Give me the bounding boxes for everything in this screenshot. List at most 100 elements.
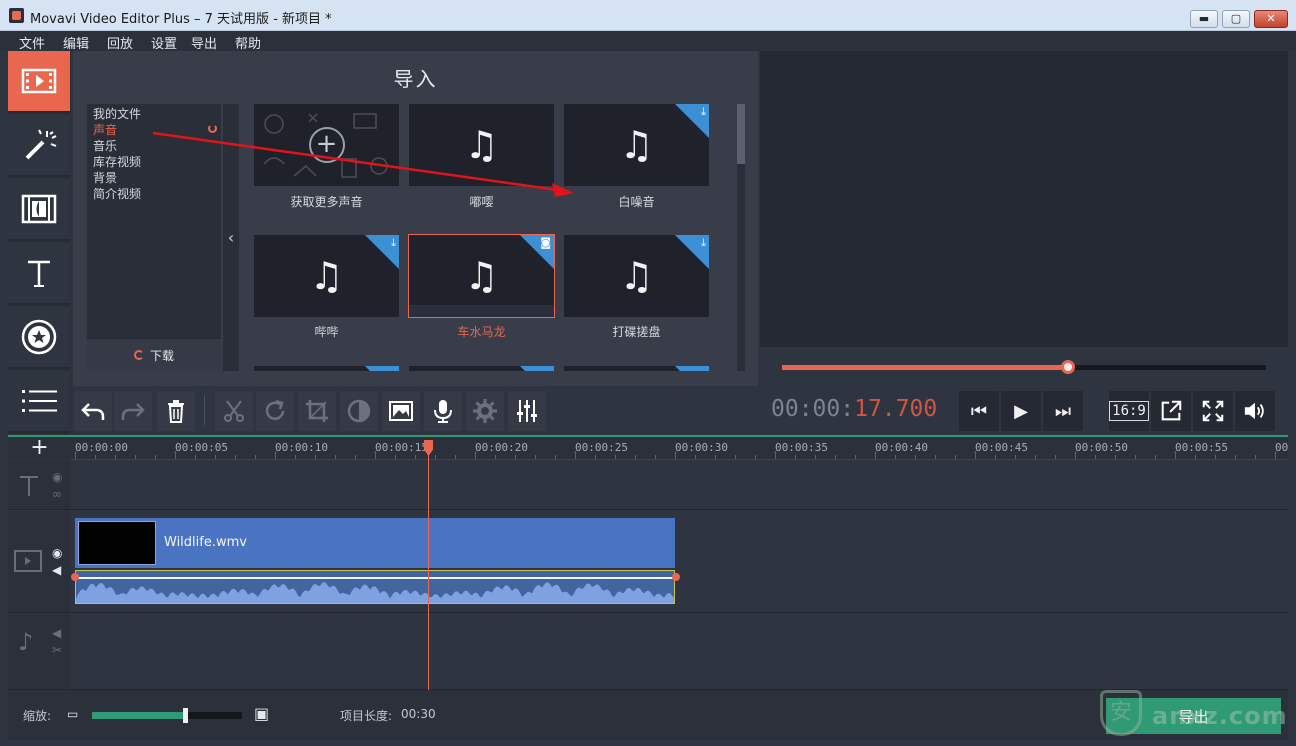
volume-handle-start[interactable]	[71, 573, 79, 581]
speaker-icon[interactable]: ◀	[52, 626, 61, 640]
download-icon[interactable]: ⤓	[391, 237, 396, 248]
menu-edit[interactable]: 编辑	[63, 33, 89, 52]
record-voice-button[interactable]	[424, 391, 462, 431]
title-track-icon	[20, 476, 38, 496]
rotate-button[interactable]	[256, 391, 294, 431]
tile-traffic[interactable]: ♫ ◙	[408, 234, 555, 318]
movavi-app-icon	[9, 8, 24, 23]
eye-icon[interactable]: ◉	[52, 546, 62, 560]
tile-white-noise[interactable]: ♫ ⤓	[564, 104, 709, 186]
zoom-in-icon[interactable]: ▣	[254, 704, 269, 723]
fullscreen-button[interactable]	[1193, 391, 1233, 431]
zoom-label: 缩放:	[23, 709, 52, 723]
detach-preview-button[interactable]	[1151, 391, 1191, 431]
unlink-icon[interactable]: ✂	[52, 643, 62, 657]
category-my-files[interactable]: 我的文件	[93, 105, 141, 122]
rail-import[interactable]	[8, 51, 70, 113]
ruler-tick	[715, 455, 716, 459]
eye-icon[interactable]: ◉	[52, 470, 62, 484]
minimize-button[interactable]: ▬	[1190, 10, 1218, 28]
clip-settings-button[interactable]	[466, 391, 504, 431]
category-music[interactable]: 音乐	[93, 137, 117, 154]
volume-line[interactable]	[76, 577, 674, 579]
redo-button[interactable]	[114, 391, 152, 431]
rail-filters[interactable]	[8, 115, 70, 177]
rail-transitions[interactable]	[8, 179, 70, 241]
menu-settings[interactable]: 设置	[151, 33, 177, 52]
ruler-tick-label: 00:00:45	[975, 441, 1028, 454]
menu-help[interactable]: 帮助	[235, 33, 261, 52]
ruler-tick	[1095, 455, 1096, 459]
audio-clip[interactable]	[75, 570, 675, 604]
tile-row3-3[interactable]	[564, 366, 709, 371]
collapse-panel-button[interactable]: ‹	[223, 104, 239, 371]
undo-button[interactable]	[74, 391, 112, 431]
menu-playback[interactable]: 回放	[107, 33, 133, 52]
volume-handle-end[interactable]	[672, 573, 680, 581]
download-icon[interactable]: ⤓	[701, 106, 706, 117]
tile-row3-2[interactable]	[409, 366, 554, 371]
category-backgrounds[interactable]: 背景	[93, 169, 117, 186]
tile-scratch[interactable]: ♫ ⤓	[564, 235, 709, 317]
cut-button[interactable]	[215, 391, 253, 431]
scrollbar-thumb[interactable]	[737, 104, 745, 164]
rail-titles[interactable]	[8, 243, 70, 305]
color-adjust-button[interactable]	[340, 391, 378, 431]
stop-icon[interactable]: ◙	[540, 237, 551, 248]
music-note-icon: ♫	[464, 123, 499, 167]
next-button[interactable]: ⏭	[1043, 391, 1083, 431]
seek-handle[interactable]	[1060, 360, 1075, 374]
rail-more[interactable]	[8, 371, 70, 433]
image-icon	[389, 401, 413, 421]
clip-name: Wildlife.wmv	[164, 535, 247, 550]
microphone-icon	[434, 400, 452, 423]
video-clip[interactable]: Wildlife.wmv	[75, 518, 675, 568]
category-stock-video[interactable]: 库存视频	[93, 153, 141, 170]
volume-button[interactable]	[1235, 391, 1275, 431]
waveform-graphic	[76, 582, 674, 603]
time-ruler[interactable]: 00:00:00 00:00:05 00:00:10 00:00:15 00:00:20…	[71, 437, 1288, 460]
equalizer-icon	[517, 400, 537, 422]
menu-file[interactable]: 文件	[19, 33, 45, 52]
ruler-tick	[1135, 455, 1136, 459]
ruler-tick-label: 00:00:55	[1175, 441, 1228, 454]
tile-sound-1[interactable]: ♫	[409, 104, 554, 186]
download-button[interactable]: 下载	[87, 338, 221, 371]
category-sounds[interactable]: 声音	[93, 121, 117, 138]
ruler-tick	[615, 455, 616, 459]
tiles-scrollbar[interactable]	[737, 104, 745, 371]
close-button[interactable]: ✕	[1254, 10, 1288, 28]
speaker-icon	[1244, 402, 1264, 420]
category-intro-videos[interactable]: 简介视频	[93, 185, 141, 202]
delete-button[interactable]	[157, 391, 195, 431]
clip-thumbnail	[78, 521, 156, 565]
crop-button[interactable]	[298, 391, 336, 431]
play-button[interactable]: ▶	[1001, 391, 1041, 431]
equalizer-button[interactable]	[508, 391, 546, 431]
ruler-tick	[535, 455, 536, 459]
tile-get-more-sounds[interactable]: +	[254, 104, 399, 186]
seek-bar[interactable]	[782, 360, 1266, 374]
add-track-button[interactable]: +	[8, 437, 71, 460]
aspect-ratio-button[interactable]: 16:9	[1109, 391, 1149, 431]
zoom-slider[interactable]	[92, 708, 242, 723]
image-button[interactable]	[382, 391, 420, 431]
zoom-out-icon[interactable]: ▭	[67, 707, 78, 721]
menu-export[interactable]: 导出	[191, 33, 217, 52]
previous-button[interactable]: ⏮	[959, 391, 999, 431]
tile-label-traffic: 车水马龙	[457, 325, 506, 339]
tile-beep[interactable]: ♫ ⤓	[254, 235, 399, 317]
maximize-button[interactable]: ▢	[1222, 10, 1250, 28]
link-icon[interactable]: ∞	[52, 487, 62, 501]
rail-stickers[interactable]	[8, 307, 70, 369]
project-length-value: 00:30	[401, 707, 436, 721]
ruler-tick	[435, 455, 436, 459]
stickers-icon	[21, 319, 57, 355]
title-track[interactable]	[71, 461, 1288, 510]
zoom-handle[interactable]	[183, 708, 188, 723]
speaker-icon[interactable]: ◀	[52, 563, 61, 577]
ruler-tick-label: 00:00:15	[375, 441, 428, 454]
download-icon[interactable]: ⤓	[701, 237, 706, 248]
tile-row3-1[interactable]	[254, 366, 399, 371]
watermark-text: anxz.com	[1152, 702, 1288, 730]
